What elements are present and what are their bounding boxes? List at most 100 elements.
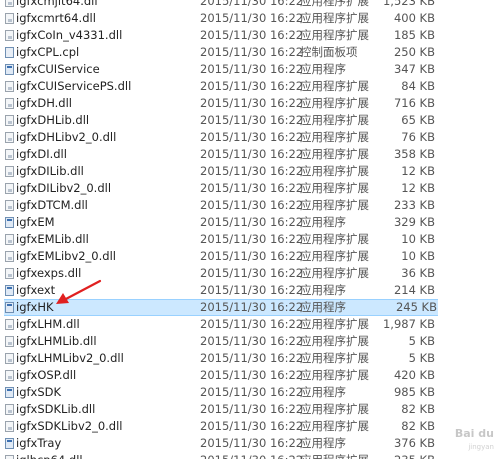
file-type: 应用程序扩展 xyxy=(300,130,369,144)
file-row[interactable]: igfxDH.dll 2015/11/30 16:22 应用程序扩展 716 KB xyxy=(0,95,500,112)
file-row[interactable]: igfxDHLibv2_0.dll 2015/11/30 16:22 应用程序扩展 7… xyxy=(0,129,500,146)
file-type: 应用程序扩展 xyxy=(300,198,369,212)
file-row[interactable]: igfxEM 2015/11/30 16:22 应用程序 329 KB xyxy=(0,214,500,231)
file-type: 应用程序扩展 xyxy=(300,351,369,365)
file-size: 250 KB xyxy=(393,45,435,59)
file-row[interactable]: igfxSDK 2015/11/30 16:22 应用程序 985 KB xyxy=(0,384,500,401)
file-date: 2015/11/30 16:22 xyxy=(200,232,304,246)
file-size: 10 KB xyxy=(401,249,435,263)
file-date: 2015/11/30 16:22 xyxy=(200,317,304,331)
dll-file-icon xyxy=(5,251,14,262)
dll-file-icon xyxy=(5,353,14,364)
control-panel-icon xyxy=(5,47,14,58)
file-name: igfxSDK xyxy=(16,385,62,399)
file-row[interactable]: igfxCoIn_v4331.dll 2015/11/30 16:22 应用程序扩展… xyxy=(0,27,500,44)
file-date: 2015/11/30 16:22 xyxy=(200,368,304,382)
dll-file-icon xyxy=(5,13,14,24)
file-row[interactable]: igfxOSP.dll 2015/11/30 16:22 应用程序扩展 420 KB xyxy=(0,367,500,384)
file-name: igfxDH.dll xyxy=(16,96,72,110)
file-name: igfxSDKLib.dll xyxy=(16,402,96,416)
file-row[interactable]: igfxCUIServicePS.dll 2015/11/30 16:22 应用程序… xyxy=(0,78,500,95)
file-name: igfxDTCM.dll xyxy=(16,198,88,212)
file-row[interactable]: igfxLHMLib.dll 2015/11/30 16:22 应用程序扩展 5 KB xyxy=(0,333,500,350)
watermark-subtext: jingyan xyxy=(468,443,494,451)
file-name: igfxDILib.dll xyxy=(16,164,84,178)
file-size: 245 KB xyxy=(395,300,437,314)
file-row[interactable]: igfxDILib.dll 2015/11/30 16:22 应用程序扩展 12 KB xyxy=(0,163,500,180)
file-date: 2015/11/30 16:22 xyxy=(200,283,304,297)
file-row[interactable]: igfxDHLib.dll 2015/11/30 16:22 应用程序扩展 65 KB xyxy=(0,112,500,129)
watermark-text: Bai du xyxy=(454,427,494,440)
file-size: 1,987 KB xyxy=(382,317,435,331)
file-type: 应用程序扩展 xyxy=(300,164,369,178)
dll-file-icon xyxy=(5,268,14,279)
file-date: 2015/11/30 16:22 xyxy=(200,28,304,42)
dll-file-icon xyxy=(5,166,14,177)
file-row[interactable]: igfxSDKLibv2_0.dll 2015/11/30 16:22 应用程序扩展… xyxy=(0,418,500,435)
file-row[interactable]: igfxCUIService 2015/11/30 16:22 应用程序 347 KB xyxy=(0,61,500,78)
file-row[interactable]: igfxEMLib.dll 2015/11/30 16:22 应用程序扩展 10 KB xyxy=(0,231,500,248)
file-row[interactable]: igfxLHM.dll 2015/11/30 16:22 应用程序扩展 1,987 K… xyxy=(0,316,500,333)
file-size: 358 KB xyxy=(393,147,435,161)
file-size: 65 KB xyxy=(401,113,435,127)
file-size: 12 KB xyxy=(401,164,435,178)
watermark: Bai du jingyan xyxy=(440,415,498,457)
dll-file-icon xyxy=(5,98,14,109)
file-type: 应用程序扩展 xyxy=(300,96,369,110)
file-row[interactable]: igfxcmrt64.dll 2015/11/30 16:22 应用程序扩展 400 … xyxy=(0,10,500,27)
file-size: 36 KB xyxy=(401,266,435,280)
file-size: 347 KB xyxy=(393,62,435,76)
file-size: 82 KB xyxy=(401,402,435,416)
file-type: 应用程序 xyxy=(300,385,346,399)
file-date: 2015/11/30 16:22 xyxy=(200,45,304,59)
file-name: igfxEMLibv2_0.dll xyxy=(16,249,116,263)
file-type: 应用程序扩展 xyxy=(300,28,369,42)
file-size: 5 KB xyxy=(408,334,435,348)
file-row[interactable]: igfxEMLibv2_0.dll 2015/11/30 16:22 应用程序扩展 1… xyxy=(0,248,500,265)
file-type: 应用程序扩展 xyxy=(300,452,369,459)
file-date: 2015/11/30 16:22 xyxy=(200,249,304,263)
file-name: igfxCPL.cpl xyxy=(16,45,80,59)
file-date: 2015/11/30 16:22 xyxy=(200,436,304,450)
file-name: iglhcp64.dll xyxy=(16,452,83,459)
file-type: 应用程序扩展 xyxy=(300,317,369,331)
file-name: igfxext xyxy=(16,283,56,297)
file-row[interactable]: igfxDTCM.dll 2015/11/30 16:22 应用程序扩展 233 KB xyxy=(0,197,500,214)
dll-file-icon xyxy=(5,370,14,381)
file-name: igfxLHMLibv2_0.dll xyxy=(16,351,124,365)
file-type: 应用程序扩展 xyxy=(300,79,369,93)
file-name: igfxDHLibv2_0.dll xyxy=(16,130,117,144)
file-row[interactable]: igfxcmjit64.dll 2015/11/30 16:22 应用程序扩展 1,5… xyxy=(0,0,500,10)
red-arrow-annotation xyxy=(56,279,102,304)
file-size: 985 KB xyxy=(393,385,435,399)
file-name: igfxEMLib.dll xyxy=(16,232,89,246)
file-date: 2015/11/30 16:22 xyxy=(200,452,303,459)
file-type: 应用程序扩展 xyxy=(300,368,369,382)
file-type: 控制面板项 xyxy=(300,45,358,59)
file-row[interactable]: igfxSDKLib.dll 2015/11/30 16:22 应用程序扩展 82 K… xyxy=(0,401,500,418)
file-type: 应用程序扩展 xyxy=(300,419,369,433)
file-date: 2015/11/30 16:22 xyxy=(200,147,304,161)
file-row[interactable]: igfxDI.dll 2015/11/30 16:22 应用程序扩展 358 KB xyxy=(0,146,500,163)
file-name: igfxCoIn_v4331.dll xyxy=(16,28,123,42)
file-row[interactable]: igfxTray 2015/11/30 16:22 应用程序 376 KB xyxy=(0,435,500,452)
dll-file-icon xyxy=(5,336,14,347)
file-date: 2015/11/30 16:22 xyxy=(200,351,304,365)
file-row[interactable]: igfxCPL.cpl 2015/11/30 16:22 控制面板项 250 KB xyxy=(0,44,500,61)
file-row[interactable]: igfxDILibv2_0.dll 2015/11/30 16:22 应用程序扩展 1… xyxy=(0,180,500,197)
file-date: 2015/11/30 16:22 xyxy=(200,402,304,416)
file-row[interactable]: iglhcp64.dll 2015/11/30 16:22应用程序扩展 235 KB xyxy=(0,452,500,459)
file-list: igfxcmjit64.dll 2015/11/30 16:22 应用程序扩展 1,5… xyxy=(0,0,500,459)
file-size: 1,523 KB xyxy=(382,0,435,8)
application-icon xyxy=(5,64,14,75)
file-type: 应用程序扩展 xyxy=(300,249,369,263)
file-name: igfxHK xyxy=(16,300,54,314)
file-name: igfxSDKLibv2_0.dll xyxy=(16,419,123,433)
dll-file-icon xyxy=(5,149,14,160)
file-date: 2015/11/30 16:22 xyxy=(200,198,304,212)
file-date: 2015/11/30 16:22 xyxy=(200,62,304,76)
file-type: 应用程序扩展 xyxy=(300,11,369,25)
application-icon xyxy=(5,285,14,296)
file-name: igfxTray xyxy=(16,436,62,450)
file-row[interactable]: igfxLHMLibv2_0.dll 2015/11/30 16:22 应用程序扩展… xyxy=(0,350,500,367)
